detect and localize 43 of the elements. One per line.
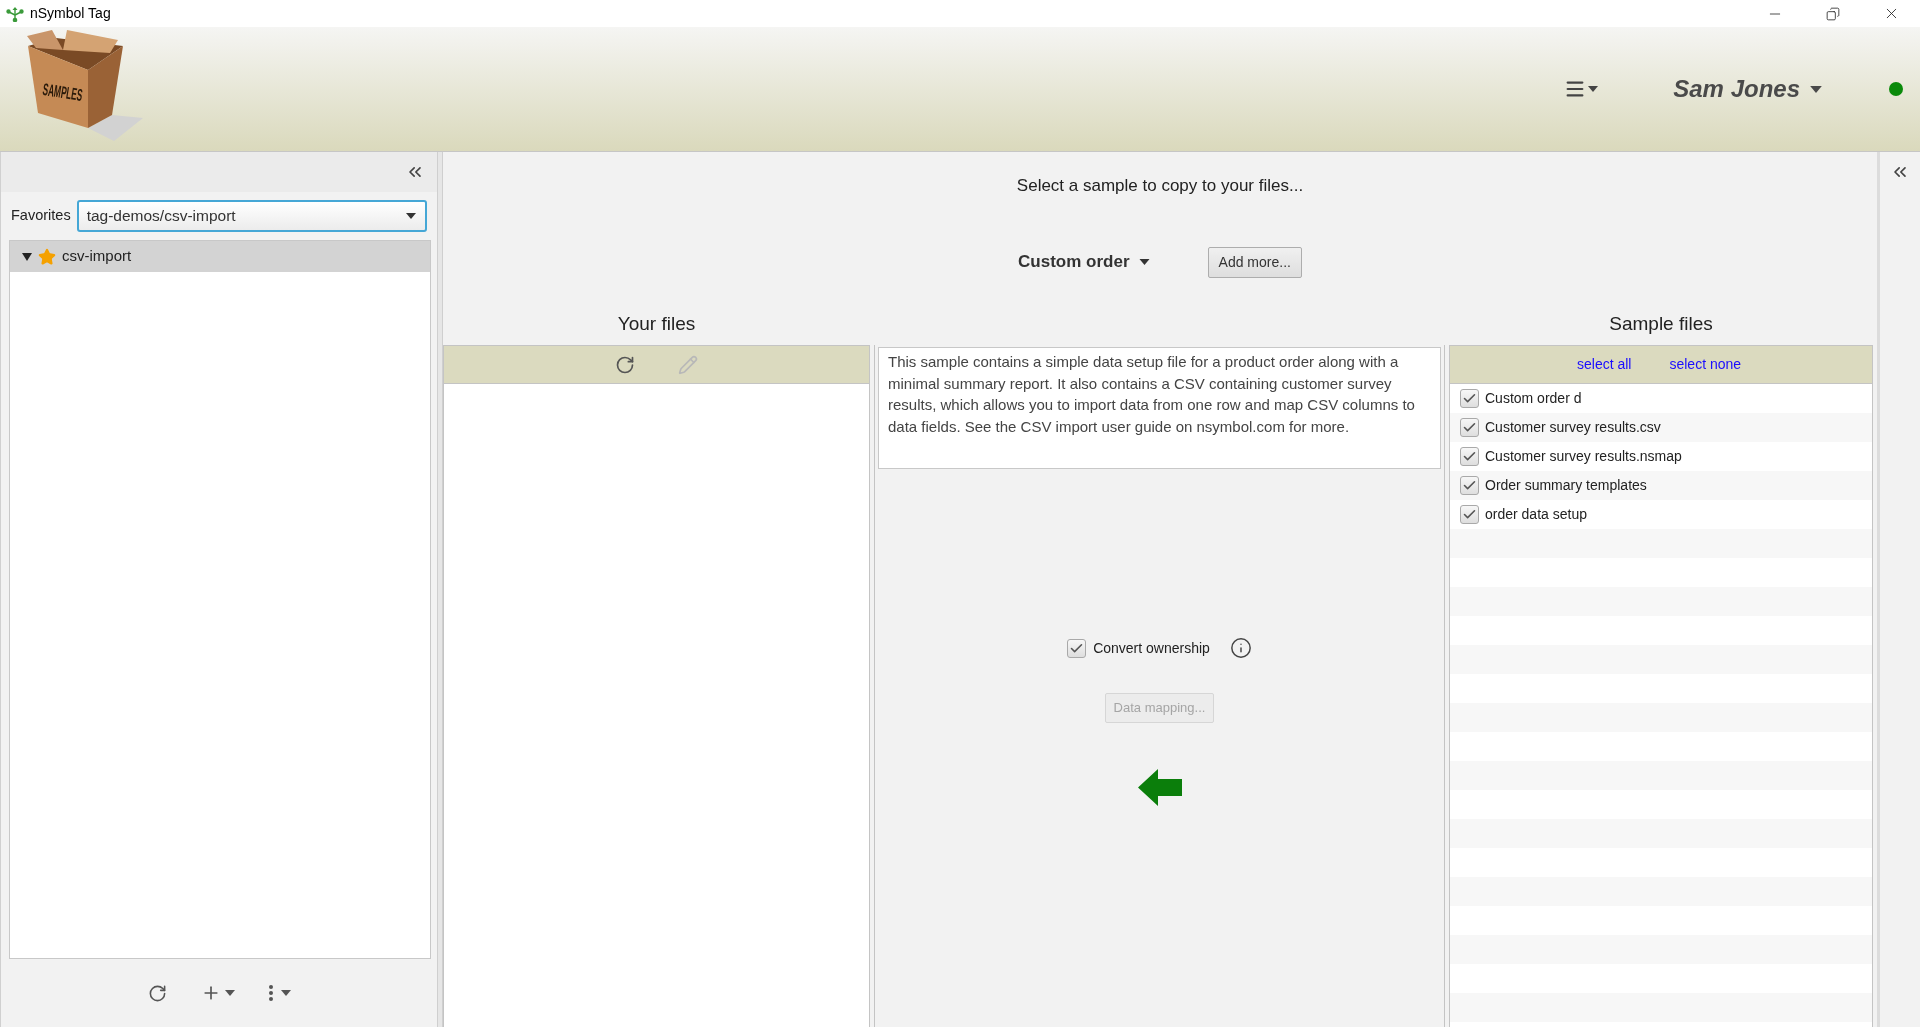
column-heading: Sample files	[1609, 312, 1713, 337]
checkbox[interactable]	[1460, 447, 1479, 466]
prompt-text: Select a sample to copy to your files...	[1016, 175, 1304, 198]
caret-icon	[1138, 259, 1150, 265]
column-heading: Your files	[617, 312, 696, 337]
checkbox[interactable]	[1460, 476, 1479, 495]
restore-icon[interactable]	[1826, 6, 1840, 21]
menu-button[interactable]	[1564, 78, 1599, 100]
select-link[interactable]: select none	[1669, 354, 1742, 375]
refresh-icon[interactable]	[147, 983, 167, 1003]
kebab-icon	[268, 985, 273, 1001]
caret-icon	[1810, 85, 1822, 93]
file-name: Customer survey results.csv	[1485, 418, 1661, 437]
favorites-dropdown[interactable]: tag-demos/csv-import	[76, 200, 427, 232]
favorites-label: Favorites	[11, 206, 71, 226]
sample-dropdown[interactable]: Custom order	[1018, 249, 1150, 275]
caret-icon	[1588, 86, 1599, 92]
logo-label: SAMPLES	[41, 79, 126, 112]
file-name: order data setup	[1485, 505, 1587, 524]
tree-item-label: csv-import	[62, 246, 132, 267]
add-more-button[interactable]: Add more...	[1207, 246, 1302, 278]
more-menu-button[interactable]	[268, 985, 291, 1001]
caret-icon	[405, 213, 416, 219]
left-arrow-icon[interactable]	[1137, 769, 1182, 806]
expander-icon[interactable]	[22, 251, 32, 262]
checkbox[interactable]	[1067, 638, 1087, 658]
refresh-icon[interactable]	[615, 354, 635, 375]
checkbox[interactable]	[1460, 505, 1479, 524]
window-title: nSymbol Tag	[30, 4, 111, 23]
tree-item[interactable]: csv-import	[10, 241, 430, 272]
caret-icon	[280, 990, 291, 996]
file-name: Customer survey results.nsmap	[1485, 447, 1682, 466]
info-icon[interactable]	[1229, 637, 1252, 659]
checkbox[interactable]	[1460, 389, 1479, 408]
checkbox-label: Convert ownership	[1093, 638, 1210, 658]
file-name: Custom order d	[1485, 389, 1582, 408]
checkbox[interactable]	[1460, 418, 1479, 437]
app-icon	[6, 5, 24, 22]
select-link[interactable]: select all	[1577, 354, 1632, 375]
user-menu-button[interactable]: Sam Jones	[1673, 71, 1822, 107]
file-name: Order summary templates	[1485, 476, 1647, 495]
caret-icon	[224, 990, 235, 996]
description-text: This sample contains a simple data setup file for a product order along with a minimal summary report. It also contains a CSV containing customer survey results, which allows you to import data from one row and map CSV columns to data fields. See the CSV import user guide on nsymbol.com for more.	[888, 352, 1416, 437]
